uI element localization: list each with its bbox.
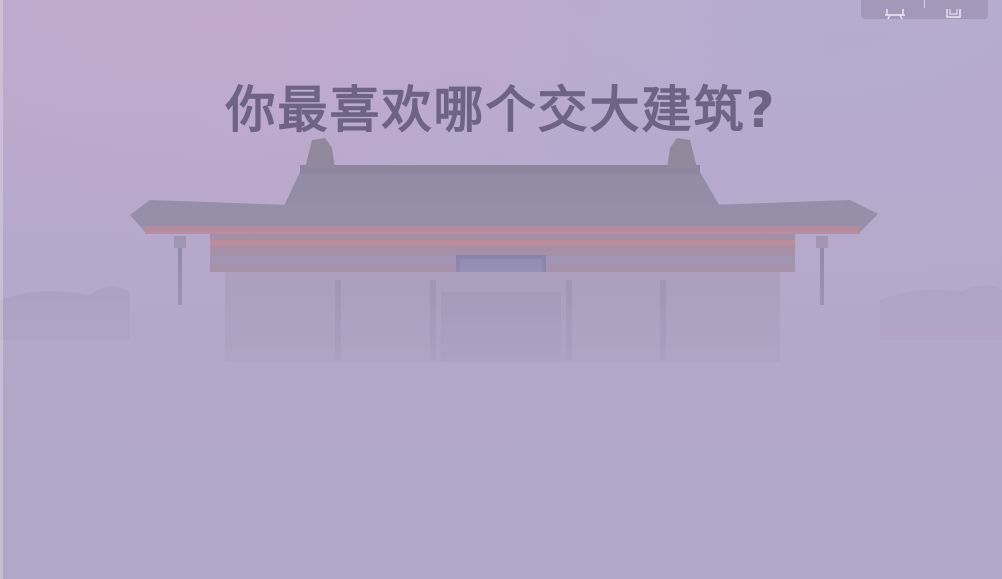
toolbar-separator (924, 0, 925, 8)
slide-canvas: 你最喜欢哪个交大建筑? (0, 0, 1002, 579)
copy-icon[interactable] (941, 0, 967, 19)
floating-toolbar (861, 0, 988, 19)
slide-title: 你最喜欢哪个交大建筑? (225, 81, 777, 139)
present-icon[interactable] (882, 0, 908, 19)
